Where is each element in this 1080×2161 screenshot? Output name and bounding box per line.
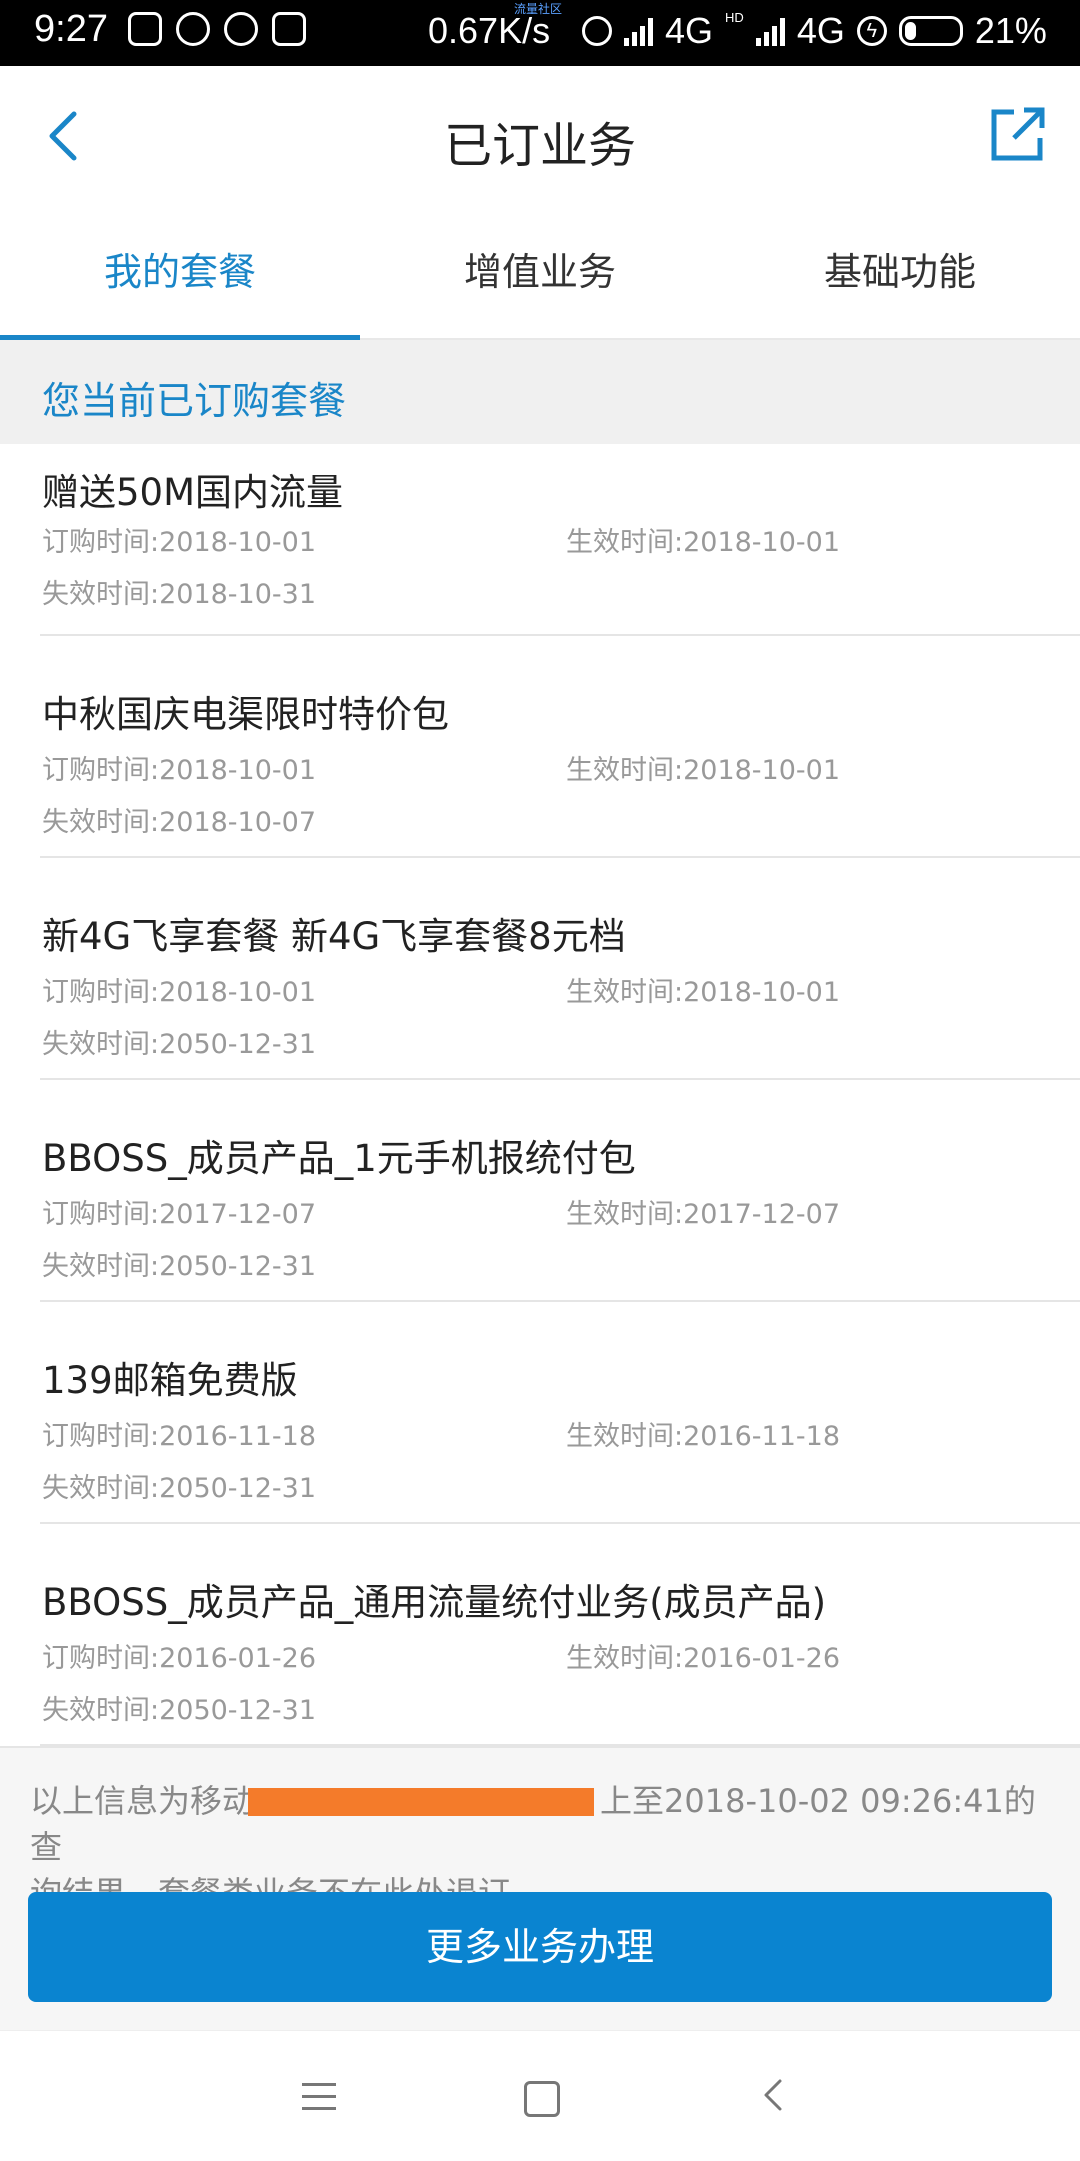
tab-value-added[interactable]: 增值业务 [360,206,720,338]
app-icon [176,12,210,46]
status-bar: 9:27 流量社区 0.67K/s 4G HD 4G ϟ 21% [0,0,1080,66]
expire-time: 失效时间:2050-12-31 [42,1251,317,1282]
network-type-2: 4G [796,10,845,51]
alarm-icon [582,16,612,46]
order-time: 订购时间:2018-10-01 [42,527,317,558]
redaction-bar [248,1788,594,1816]
menu-icon[interactable] [302,2083,336,2119]
order-time: 订购时间:2018-10-01 [42,977,317,1008]
charging-icon: ϟ [856,16,887,46]
expire-time: 失效时间:2050-12-31 [42,1695,317,1726]
back-icon[interactable] [754,2075,794,2115]
package-list: 赠送50M国内流量 订购时间:2018-10-01 生效时间:2018-10-0… [0,444,1080,1746]
weibo-icon [224,12,258,46]
package-name: 139邮箱免费版 [42,1359,298,1402]
package-name: 中秋国庆电渠限时特价包 [42,693,449,736]
list-item[interactable]: 中秋国庆电渠限时特价包 订购时间:2018-10-01 生效时间:2018-10… [40,636,1080,858]
notification-icons [128,12,306,46]
more-services-button[interactable]: 更多业务办理 [28,1892,1052,2002]
notice-prefix: 以上信息为移动 [30,1782,255,1820]
effective-time: 生效时间:2018-10-01 [566,527,841,558]
package-name: BBOSS_成员产品_1元手机报统付包 [42,1137,636,1180]
home-icon[interactable] [524,2081,560,2117]
system-nav-bar [0,2030,1080,2161]
list-item[interactable]: 赠送50M国内流量 订购时间:2018-10-01 生效时间:2018-10-0… [40,444,1080,636]
order-time: 订购时间:2018-10-01 [42,755,317,786]
effective-time: 生效时间:2016-11-18 [566,1421,841,1452]
list-item[interactable]: BBOSS_成员产品_通用流量统付业务(成员产品) 订购时间:2016-01-2… [40,1524,1080,1746]
order-time: 订购时间:2016-11-18 [42,1421,317,1452]
expire-time: 失效时间:2050-12-31 [42,1473,317,1504]
effective-time: 生效时间:2018-10-01 [566,755,841,786]
hd-label: HD [725,10,744,25]
expire-time: 失效时间:2050-12-31 [42,1029,317,1060]
order-time: 订购时间:2017-12-07 [42,1199,317,1230]
list-item[interactable]: BBOSS_成员产品_1元手机报统付包 订购时间:2017-12-07 生效时间… [40,1080,1080,1302]
package-name: BBOSS_成员产品_通用流量统付业务(成员产品) [42,1581,827,1624]
list-item[interactable]: 新4G飞享套餐 新4G飞享套餐8元档 订购时间:2018-10-01 生效时间:… [40,858,1080,1080]
package-name: 赠送50M国内流量 [42,471,344,514]
expire-time: 失效时间:2018-10-07 [42,807,317,838]
tab-basic-functions[interactable]: 基础功能 [720,206,1080,338]
tab-bar: 我的套餐 增值业务 基础功能 [0,206,1080,340]
page-title: 已订业务 [443,118,636,174]
tab-my-plans[interactable]: 我的套餐 [0,206,360,340]
effective-time: 生效时间:2017-12-07 [566,1199,841,1230]
share-external-icon[interactable] [988,104,1048,164]
footer-area: 以上信息为移动上至2018-10-02 09:26:41的查 询结果，套餐类业务… [0,1746,1080,2030]
section-title: 您当前已订购套餐 [42,379,347,423]
effective-time: 生效时间:2016-01-26 [566,1643,841,1674]
section-header: 您当前已订购套餐 [0,340,1080,444]
net-speed: 0.67K/s [428,10,551,51]
package-name: 新4G飞享套餐 新4G飞享套餐8元档 [42,915,626,958]
effective-time: 生效时间:2018-10-01 [566,977,841,1008]
list-item[interactable]: 139邮箱免费版 订购时间:2016-11-18 生效时间:2016-11-18… [40,1302,1080,1524]
battery-icon [898,16,963,46]
status-right: 4G HD 4G ϟ 21% [582,10,1047,52]
network-type-1: 4G [665,10,714,51]
notes-icon [272,12,306,46]
battery-percent: 21% [974,10,1047,51]
signal-icon [624,16,653,46]
status-time: 9:27 [34,8,108,50]
expire-time: 失效时间:2018-10-31 [42,579,317,610]
signal-icon-2 [755,16,785,46]
title-bar: 已订业务 [0,66,1080,206]
order-time: 订购时间:2016-01-26 [42,1643,317,1674]
battery-fill [904,22,916,40]
message-icon [128,12,162,46]
